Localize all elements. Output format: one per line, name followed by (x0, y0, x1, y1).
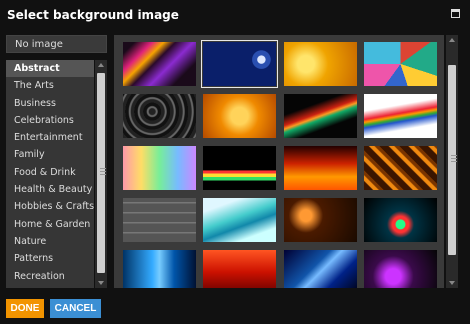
thumbnail-orange-dots[interactable] (284, 198, 357, 242)
thumbnail-orange-swirls[interactable] (203, 94, 276, 138)
thumbnail-scrollbar[interactable] (446, 35, 458, 288)
category-item[interactable]: Health & Beauty (6, 181, 94, 198)
thumbnail-golden-sparkle[interactable] (284, 42, 357, 86)
category-item[interactable]: Food & Drink (6, 164, 94, 181)
category-item[interactable]: Entertainment (6, 129, 94, 146)
category-item[interactable]: Home & Garden (6, 216, 94, 233)
thumbnail-scroll-thumb[interactable] (448, 65, 457, 255)
thumbnail-orange-squares[interactable] (364, 146, 437, 190)
scroll-down-arrow-icon[interactable] (449, 281, 455, 285)
category-item[interactable]: Celebrations (6, 112, 94, 129)
category-item[interactable]: Hobbies & Crafts (6, 198, 94, 215)
thumbnail-purple-glow[interactable] (364, 250, 437, 288)
scroll-up-arrow-icon[interactable] (98, 63, 104, 67)
no-image-option[interactable]: No image (6, 35, 107, 53)
scroll-up-arrow-icon[interactable] (449, 38, 455, 42)
thumbnail-blue-circles[interactable] (201, 40, 278, 88)
category-item[interactable]: Family (6, 146, 94, 163)
category-item[interactable]: Business (6, 95, 94, 112)
category-item[interactable]: Abstract (6, 60, 94, 78)
maximize-icon[interactable] (451, 9, 460, 18)
thumbnail-aqua-waves[interactable] (203, 198, 276, 242)
thumbnail-green-bokeh[interactable] (364, 198, 437, 242)
thumbnail-grid (114, 35, 444, 288)
thumbnail-dark-swirls[interactable] (123, 94, 196, 138)
category-item[interactable]: The Arts (6, 77, 94, 94)
done-button[interactable]: DONE (6, 299, 44, 318)
thumbnail-rainbow-waves[interactable] (364, 94, 437, 138)
category-scrollbar[interactable] (95, 60, 107, 288)
cancel-button[interactable]: CANCEL (50, 299, 101, 318)
category-item[interactable]: Patterns (6, 250, 94, 267)
thumbnail-light-trails[interactable] (284, 94, 357, 138)
thumbnail-pastel-bokeh[interactable] (123, 146, 196, 190)
thumbnail-rainbow-arc-stripes[interactable] (123, 42, 196, 86)
scroll-down-arrow-icon[interactable] (98, 281, 104, 285)
category-item[interactable]: Nature (6, 233, 94, 250)
category-list: Abstract The Arts Business Celebrations Ente… (6, 60, 94, 288)
dialog-title: Select background image (7, 8, 179, 22)
thumbnail-blue-streaks[interactable] (123, 250, 196, 288)
category-scroll-thumb[interactable] (97, 73, 106, 273)
thumbnail-blue-rays[interactable] (284, 250, 357, 288)
thumbnail-colorful-graffiti[interactable] (364, 42, 437, 86)
thumbnail-equalizer-bars[interactable] (203, 146, 276, 190)
thumbnail-red-shapes[interactable] (203, 250, 276, 288)
category-item[interactable]: Recreation (6, 268, 94, 285)
select-background-dialog: Select background image No image Abstrac… (0, 0, 470, 324)
thumbnail-fire-flames[interactable] (284, 146, 357, 190)
thumbnail-grey-cubes[interactable] (123, 198, 196, 242)
